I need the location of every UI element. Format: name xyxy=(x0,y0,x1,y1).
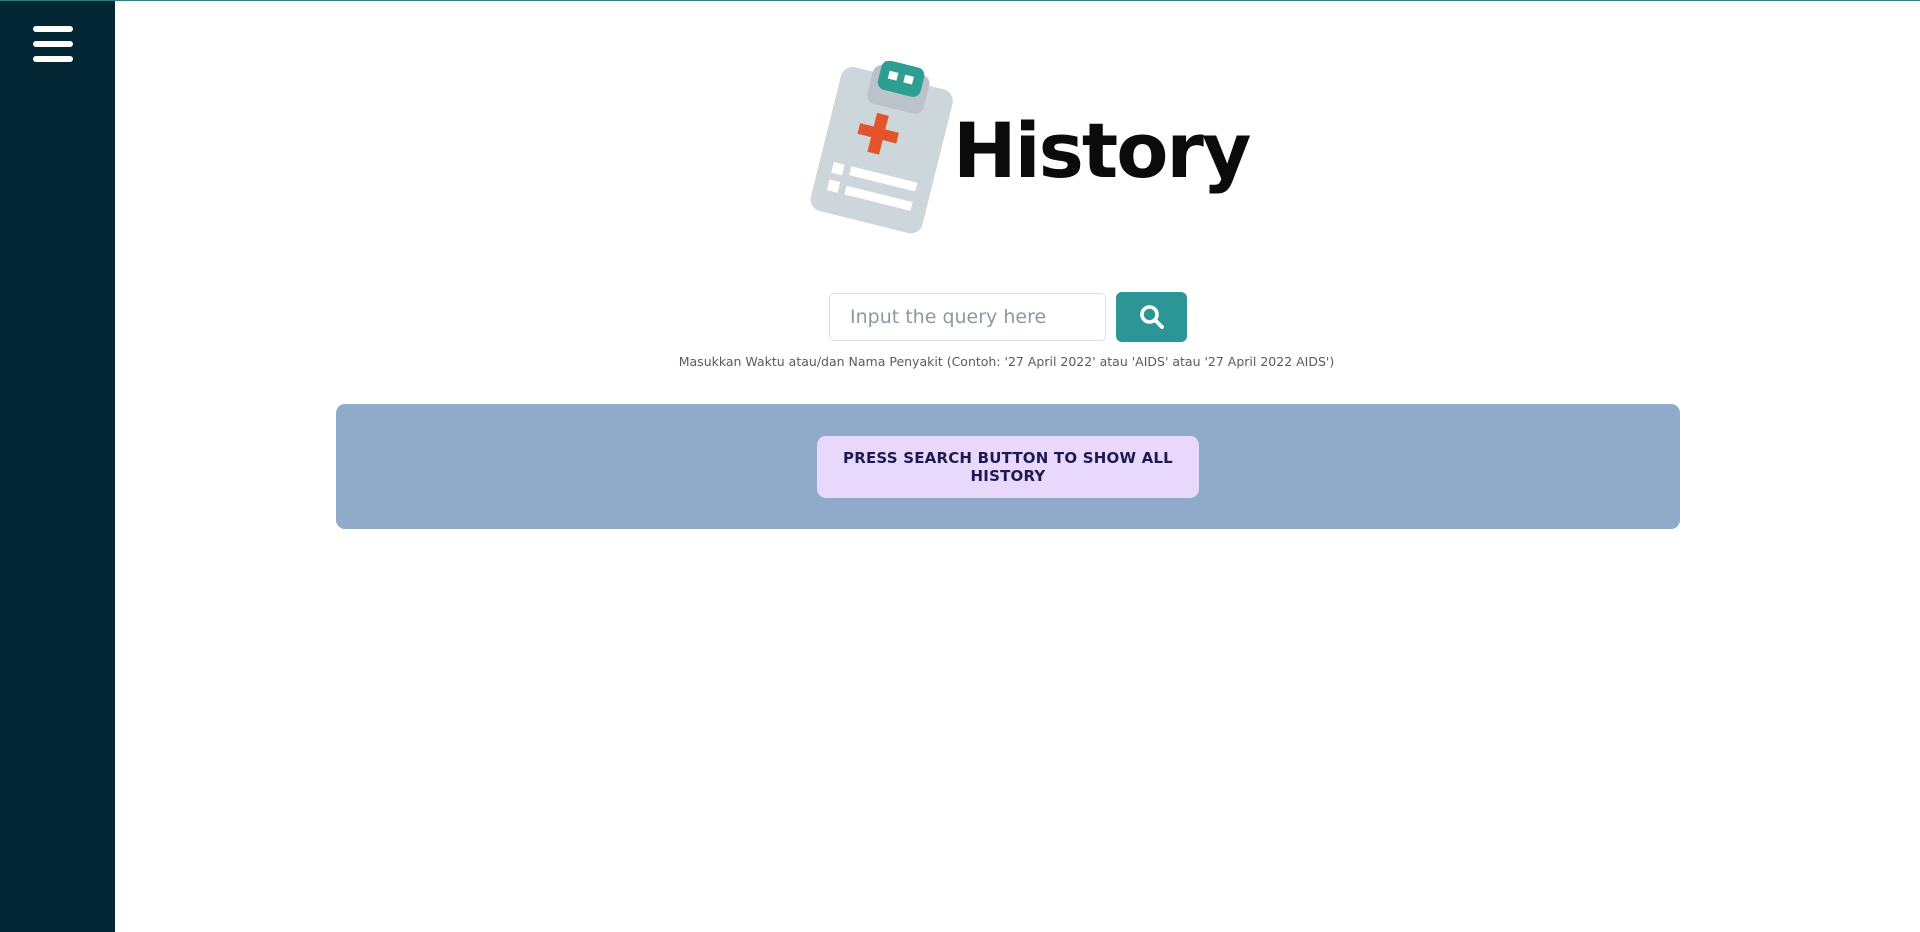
sidebar xyxy=(0,1,115,932)
logo-title: History xyxy=(953,106,1251,195)
hamburger-menu-icon[interactable] xyxy=(33,26,73,62)
search-button[interactable] xyxy=(1116,292,1187,342)
hamburger-line xyxy=(33,41,73,47)
medical-clipboard-icon xyxy=(810,61,953,234)
hamburger-line xyxy=(33,26,73,32)
search-hint: Masukkan Waktu atau/dan Nama Penyakit (C… xyxy=(678,354,1335,369)
search-icon xyxy=(1139,305,1164,329)
hamburger-line xyxy=(33,56,73,62)
logo: History xyxy=(806,61,1251,236)
search-input[interactable] xyxy=(829,293,1106,341)
page: History Masukkan Waktu atau/dan Nama Pen… xyxy=(0,0,1920,932)
result-panel: PRESS SEARCH BUTTON TO SHOW ALL HISTORY xyxy=(336,404,1680,529)
show-all-history-button[interactable]: PRESS SEARCH BUTTON TO SHOW ALL HISTORY xyxy=(817,436,1199,498)
